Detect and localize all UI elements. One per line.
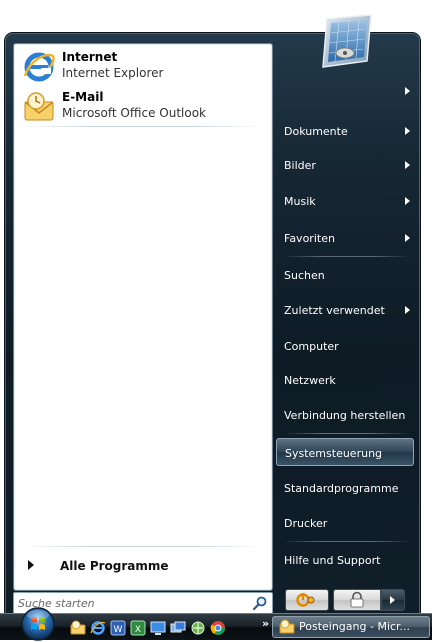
menu-item-user-folder[interactable] <box>276 77 414 105</box>
menu-item-label: Dokumente <box>284 125 348 138</box>
chevron-right-icon <box>405 234 410 242</box>
taskbar-button-label: Posteingang - Micr... <box>299 620 411 633</box>
chevron-right-icon <box>405 127 410 135</box>
menu-item-label: Standardprogramme <box>284 482 399 495</box>
network-icon[interactable] <box>190 620 206 636</box>
menu-item-dokumente[interactable]: Dokumente <box>276 117 414 145</box>
all-programs-label: Alle Programme <box>60 559 169 573</box>
pinned-subtitle: Microsoft Office Outlook <box>62 106 206 120</box>
word-icon[interactable]: W <box>110 620 126 636</box>
arrow-right-icon <box>390 596 395 604</box>
menu-item-drucker[interactable]: Drucker <box>276 509 414 537</box>
pinned-title: Internet <box>62 50 118 64</box>
menu-item-label: Systemsteuerung <box>285 447 383 460</box>
power-options-button[interactable] <box>381 589 405 611</box>
user-picture-icon[interactable] <box>315 13 377 71</box>
arrow-right-icon <box>28 560 34 570</box>
menu-separator <box>283 256 411 257</box>
pinned-title: E-Mail <box>62 90 104 104</box>
desktop-icon[interactable] <box>150 620 166 636</box>
menu-item-verbindung-herstellen[interactable]: Verbindung herstellen <box>276 401 414 429</box>
lock-icon <box>350 591 364 608</box>
start-menu: Internet Internet Explorer E-Mail Micros… <box>5 14 420 615</box>
taskbar-button-outlook[interactable]: Posteingang - Micr... <box>272 616 430 638</box>
menu-item-label: Musik <box>284 195 316 208</box>
chrome-icon[interactable] <box>210 620 226 636</box>
pinned-separator <box>22 126 264 127</box>
menu-item-label: Hilfe und Support <box>284 554 381 567</box>
svg-text:X: X <box>135 625 141 635</box>
menu-item-favoriten[interactable]: Favoriten <box>276 224 414 252</box>
menu-item-label: Suchen <box>284 269 325 282</box>
menu-item-suchen[interactable]: Suchen <box>276 261 414 289</box>
quick-launch-overflow-button[interactable]: » <box>262 617 269 630</box>
pinned-subtitle: Internet Explorer <box>62 66 164 80</box>
menu-item-label: Drucker <box>284 517 328 530</box>
outlook-icon <box>279 619 295 634</box>
menu-separator <box>283 541 411 542</box>
menu-item-bilder[interactable]: Bilder <box>276 151 414 179</box>
chevron-right-icon <box>405 161 410 169</box>
svg-text:W: W <box>114 625 123 635</box>
taskbar: W X » Posteingang - Micr... <box>0 613 432 640</box>
window-switch-icon[interactable] <box>170 620 186 636</box>
start-button[interactable] <box>18 606 58 642</box>
excel-icon[interactable]: X <box>130 620 146 636</box>
menu-item-hilfe-und-support[interactable]: Hilfe und Support <box>276 546 414 574</box>
power-button[interactable] <box>285 589 329 611</box>
all-programs-separator <box>22 546 264 547</box>
menu-item-label: Verbindung herstellen <box>284 409 406 422</box>
programs-panel: Internet Internet Explorer E-Mail Micros… <box>13 43 273 591</box>
menu-item-label: Favoriten <box>284 232 335 245</box>
pinned-item-internet[interactable]: Internet Internet Explorer <box>20 48 265 86</box>
internet-explorer-icon <box>23 52 55 82</box>
all-programs-button[interactable]: Alle Programme <box>22 554 262 580</box>
menu-item-computer[interactable]: Computer <box>276 332 414 360</box>
chevron-right-icon <box>405 306 410 314</box>
power-icon <box>296 593 315 607</box>
internet-explorer-icon[interactable] <box>90 620 106 636</box>
outlook-icon[interactable] <box>70 620 86 636</box>
outlook-icon <box>24 92 54 121</box>
menu-item-zuletzt-verwendet[interactable]: Zuletzt verwendet <box>276 296 414 324</box>
menu-item-label: Netzwerk <box>284 374 336 387</box>
menu-item-label: Computer <box>284 340 339 353</box>
pinned-item-email[interactable]: E-Mail Microsoft Office Outlook <box>20 88 265 126</box>
menu-item-netzwerk[interactable]: Netzwerk <box>276 366 414 394</box>
menu-item-standardprogramme[interactable]: Standardprogramme <box>276 474 414 502</box>
menu-item-label: Bilder <box>284 159 316 172</box>
search-icon[interactable] <box>252 595 268 611</box>
lock-button[interactable] <box>333 589 381 611</box>
menu-item-systemsteuerung[interactable]: Systemsteuerung <box>276 438 414 466</box>
menu-item-musik[interactable]: Musik <box>276 187 414 215</box>
menu-separator <box>283 433 411 434</box>
menu-item-label: Zuletzt verwendet <box>284 304 385 317</box>
chevron-right-icon <box>405 197 410 205</box>
chevron-right-icon <box>405 87 410 95</box>
